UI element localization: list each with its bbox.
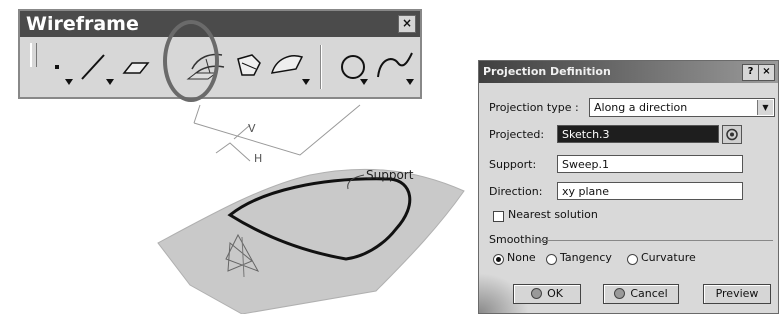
circle-icon[interactable] [341, 55, 368, 85]
wireframe-toolbar: Wireframe × [18, 9, 422, 99]
projection-type-label: Projection type : [489, 101, 579, 114]
ok-button-label: OK [547, 287, 563, 300]
spline-icon[interactable] [377, 52, 414, 85]
v-axis-label: V [248, 122, 256, 135]
projected-label: Projected: [489, 128, 545, 141]
support-surface[interactable] [157, 168, 465, 314]
projection-type-value: Along a direction [594, 101, 688, 114]
preview-button[interactable]: Preview [703, 284, 771, 304]
point-icon[interactable] [55, 65, 73, 85]
parallel-curve-icon[interactable] [270, 55, 310, 85]
cancel-button[interactable]: Cancel [603, 284, 679, 304]
element-list-button[interactable] [722, 125, 742, 144]
projection-definition-dialog: Projection Definition ? × Projection typ… [478, 60, 779, 314]
h-axis-label: H [254, 152, 263, 165]
dialog-close-button[interactable]: × [758, 64, 775, 81]
smoothing-group-divider [541, 240, 773, 241]
nearest-solution-label: Nearest solution [508, 208, 598, 221]
support-annotation: Support [366, 168, 414, 182]
smoothing-group-label: Smoothing [489, 233, 549, 246]
toolbar-title: Wireframe [20, 11, 420, 37]
cancel-icon [614, 287, 626, 299]
ok-button[interactable]: OK [513, 284, 581, 304]
smoothing-tangency-label: Tangency [560, 251, 612, 264]
smoothing-curvature-label: Curvature [641, 251, 696, 264]
chevron-down-icon[interactable]: ▼ [757, 100, 773, 115]
element-list-icon [726, 128, 738, 141]
support-label: Support: [489, 158, 537, 171]
3d-viewport[interactable] [150, 95, 470, 314]
smoothing-none-radio[interactable] [493, 254, 504, 265]
dialog-title: Projection Definition [479, 61, 778, 83]
toolbar-separator [320, 45, 322, 89]
projected-field[interactable]: Sketch.3 [557, 125, 719, 143]
toolbar-close-button[interactable]: × [398, 15, 416, 33]
smoothing-tangency-radio[interactable] [546, 254, 557, 265]
support-field[interactable]: Sweep.1 [557, 155, 743, 173]
nearest-solution-checkbox[interactable] [493, 211, 504, 222]
line-icon[interactable] [81, 54, 114, 85]
direction-field[interactable]: xy plane [557, 182, 743, 200]
projection-type-select[interactable]: Along a direction ▼ [589, 98, 775, 117]
toolbar-icon-strip [55, 52, 414, 85]
ok-icon [531, 287, 543, 299]
direction-label: Direction: [489, 185, 543, 198]
smoothing-curvature-radio[interactable] [627, 254, 638, 265]
sketch-plane-outline [193, 104, 361, 162]
cancel-button-label: Cancel [630, 287, 668, 300]
plane-icon[interactable] [122, 62, 150, 74]
projection-highlight-circle [163, 20, 219, 102]
smoothing-none-label: None [507, 251, 536, 264]
intersection-icon[interactable] [237, 54, 261, 76]
help-button[interactable]: ? [742, 64, 759, 81]
